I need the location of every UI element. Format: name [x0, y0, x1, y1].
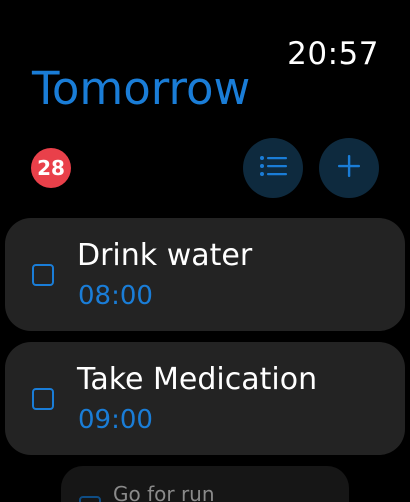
task-checkbox[interactable]	[32, 388, 54, 410]
list-icon	[259, 155, 287, 181]
task-title: Take Medication	[77, 362, 318, 397]
task-checkbox[interactable]	[79, 496, 101, 502]
plus-icon	[337, 154, 361, 182]
list-button[interactable]	[243, 138, 303, 198]
task-row[interactable]: Drink water 08:00	[5, 218, 405, 331]
task-title: Drink water	[77, 238, 253, 273]
watch-screen: 20:57 Tomorrow 28 Drink water 08:00 Take…	[0, 0, 410, 502]
task-checkbox[interactable]	[32, 264, 54, 286]
add-task-button[interactable]	[319, 138, 379, 198]
count-badge: 28	[31, 148, 71, 188]
page-title: Tomorrow	[32, 62, 251, 115]
clock-time: 20:57	[287, 36, 379, 72]
task-row[interactable]: Go for run	[61, 466, 349, 502]
task-time: 09:00	[78, 405, 153, 435]
task-time: 08:00	[78, 281, 153, 311]
task-title: Go for run	[113, 482, 215, 502]
task-row[interactable]: Take Medication 09:00	[5, 342, 405, 455]
